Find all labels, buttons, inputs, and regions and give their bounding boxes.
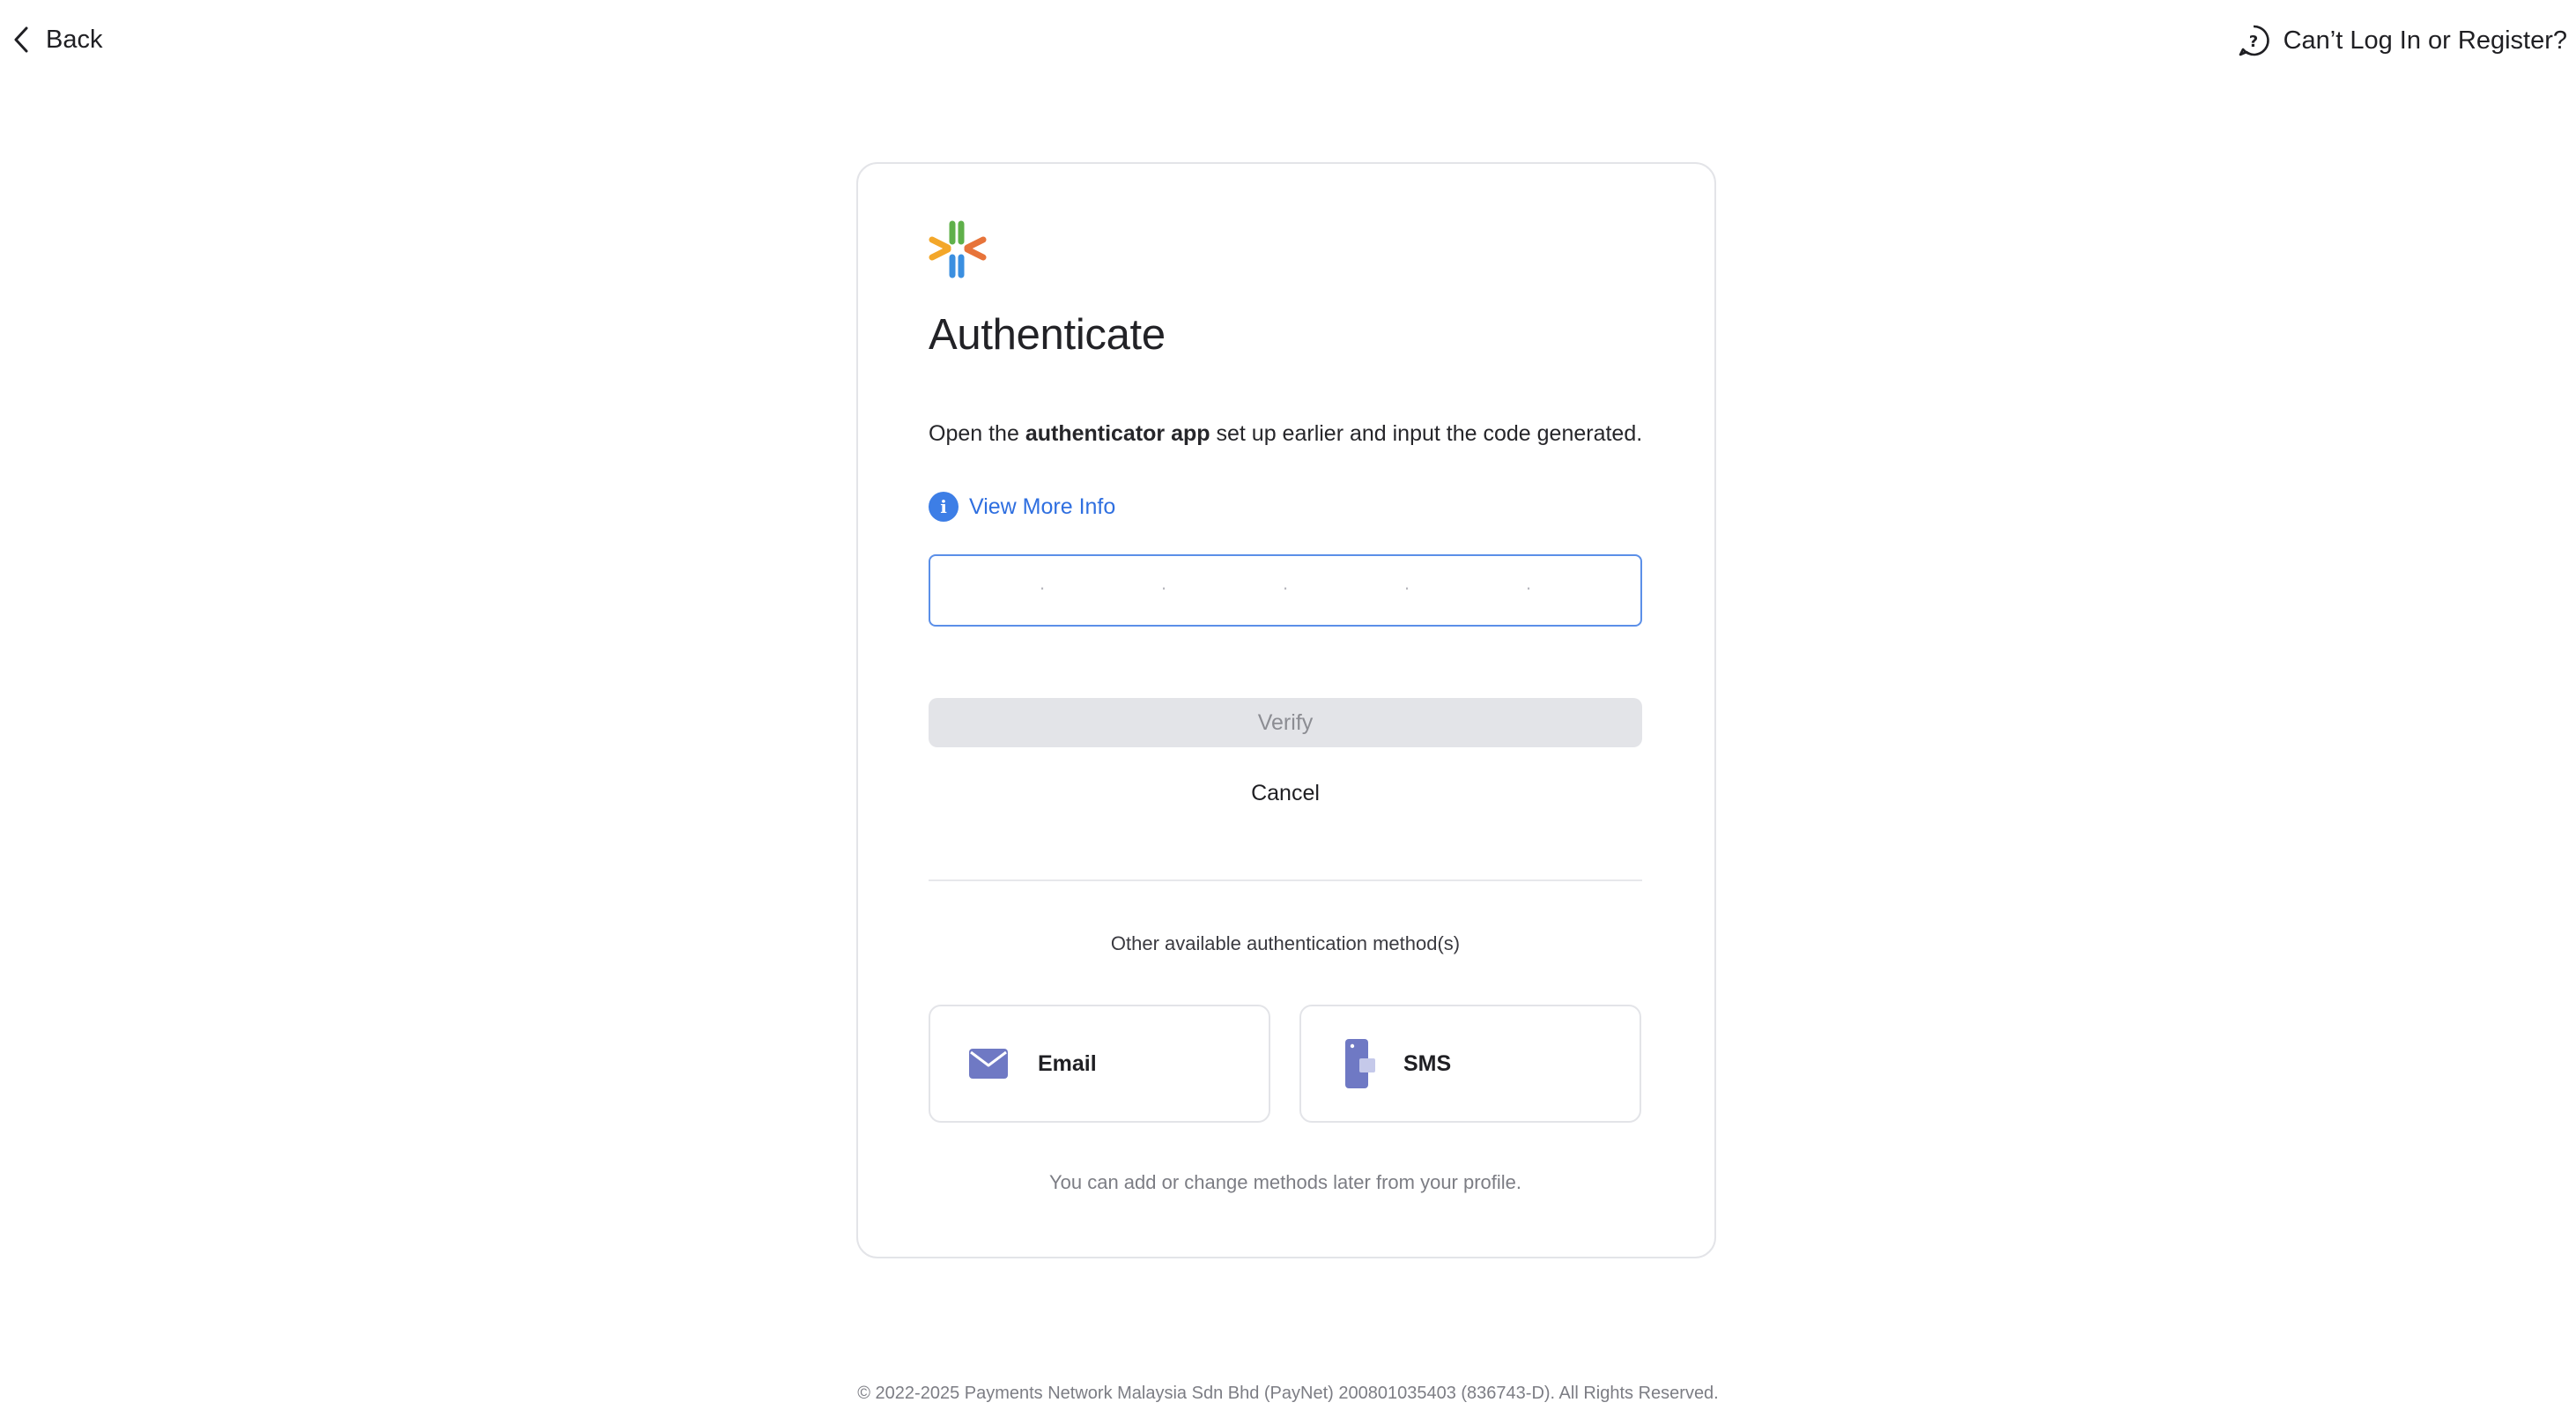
help-chat-icon: ? xyxy=(2239,25,2269,56)
cant-login-register-link[interactable]: ? Can’t Log In or Register? xyxy=(2236,23,2567,58)
authenticator-app-emphasis: authenticator app xyxy=(1025,421,1210,446)
chevron-left-icon xyxy=(14,26,28,53)
paynet-logo xyxy=(929,220,987,278)
page-title: Authenticate xyxy=(929,311,1166,359)
view-more-info-link[interactable]: i View More Info xyxy=(929,492,1115,522)
page: Back ? Can’t Log In or Register? Authent… xyxy=(0,0,2576,1410)
divider xyxy=(929,879,1642,881)
phone-icon xyxy=(1338,1039,1381,1088)
view-more-info-label: View More Info xyxy=(969,494,1116,519)
sms-method-label: SMS xyxy=(1403,1050,1452,1076)
authenticate-card: Authenticate Open the authenticator app … xyxy=(856,162,1716,1258)
back-button[interactable]: Back xyxy=(11,23,102,56)
envelope-icon xyxy=(967,1039,1010,1088)
sms-method-button[interactable]: SMS xyxy=(1299,1005,1641,1123)
back-label: Back xyxy=(46,25,103,54)
otp-digit-slot: · xyxy=(1039,576,1046,598)
otp-digit-slot: · xyxy=(1525,576,1532,598)
other-methods-heading: Other available authentication method(s) xyxy=(1110,932,1461,954)
methods-footnote: You can add or change methods later from… xyxy=(1048,1171,1522,1193)
instructions-text: Open the authenticator app set up earlie… xyxy=(929,421,1643,446)
svg-text:?: ? xyxy=(2248,33,2257,51)
cancel-button[interactable]: Cancel xyxy=(929,781,1642,806)
otp-digit-slot: · xyxy=(1160,576,1167,598)
info-icon: i xyxy=(929,492,959,522)
otp-digit-slot: · xyxy=(1282,576,1289,598)
otp-code-input[interactable]: · · · · · xyxy=(929,554,1642,627)
email-method-label: Email xyxy=(1038,1050,1097,1076)
copyright-text: © 2022-2025 Payments Network Malaysia Sd… xyxy=(857,1384,1719,1403)
email-method-button[interactable]: Email xyxy=(929,1005,1270,1123)
help-label: Can’t Log In or Register? xyxy=(2283,26,2567,55)
otp-digit-slot: · xyxy=(1403,576,1410,598)
verify-button[interactable]: Verify xyxy=(929,698,1642,747)
